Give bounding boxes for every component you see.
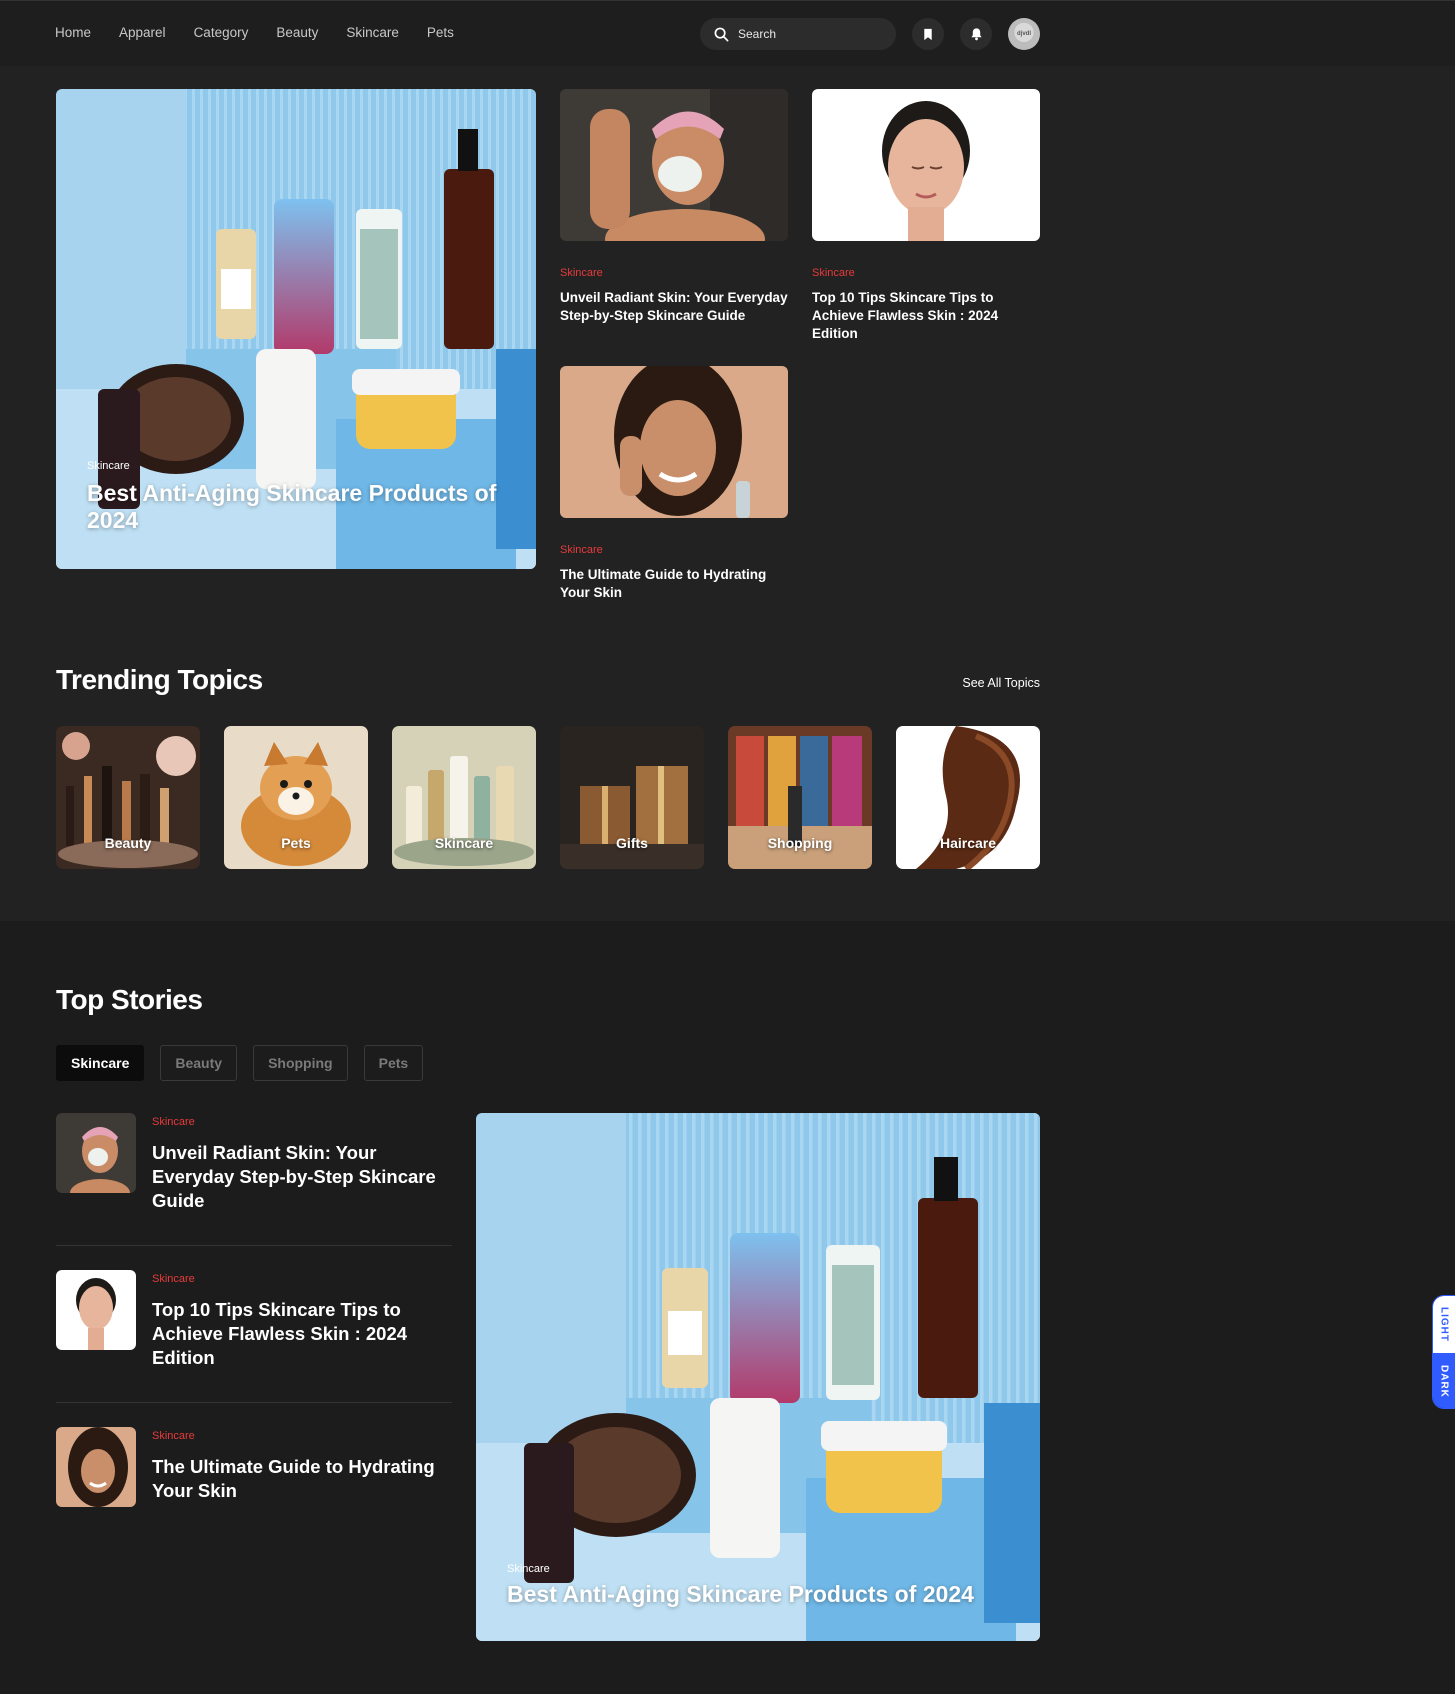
search-icon [714, 27, 729, 42]
theme-toggle: LIGHT DARK [1432, 1295, 1455, 1409]
woman-with-serum-image [560, 366, 788, 518]
article-category: Skincare [812, 267, 855, 279]
nav-item-category[interactable]: Category [194, 25, 249, 40]
story-title[interactable]: Top 10 Tips Skincare Tips to Achieve Fla… [152, 1298, 452, 1370]
story-divider [56, 1245, 452, 1246]
story-category: Skincare [152, 1116, 195, 1128]
article-image-face-mask[interactable] [560, 89, 788, 241]
topic-card-shopping[interactable]: Shopping [728, 726, 872, 869]
story-title[interactable]: The Ultimate Guide to Hydrating Your Ski… [152, 1455, 452, 1503]
search-input[interactable] [738, 27, 878, 41]
dark-label: DARK [1438, 1365, 1450, 1398]
bell-icon [970, 27, 983, 41]
story-divider [56, 1402, 452, 1403]
skincare-products-image [476, 1113, 1040, 1641]
dark-mode-button[interactable]: DARK [1433, 1353, 1455, 1408]
bookmark-button[interactable] [912, 18, 944, 50]
article-title[interactable]: Top 10 Tips Skincare Tips to Achieve Fla… [812, 289, 1042, 343]
article-title[interactable]: The Ultimate Guide to Hydrating Your Ski… [560, 566, 790, 602]
tab-skincare[interactable]: Skincare [56, 1045, 145, 1081]
nav-item-skincare[interactable]: Skincare [346, 25, 399, 40]
see-all-topics-link[interactable]: See All Topics [930, 676, 1040, 690]
trending-topics-heading: Trending Topics [56, 664, 263, 695]
nav-item-pets[interactable]: Pets [427, 25, 454, 40]
featured-title[interactable]: Best Anti-Aging Skincare Products of 202… [507, 1581, 1027, 1608]
tab-shopping[interactable]: Shopping [253, 1045, 348, 1081]
topic-label: Gifts [616, 835, 648, 851]
story-title[interactable]: Unveil Radiant Skin: Your Everyday Step-… [152, 1141, 452, 1213]
story-thumbnail [56, 1113, 136, 1193]
story-category: Skincare [152, 1273, 195, 1285]
featured-title[interactable]: Best Anti-Aging Skincare Products of 202… [87, 480, 507, 534]
story-item[interactable]: Skincare Top 10 Tips Skincare Tips to Ac… [56, 1270, 452, 1380]
story-thumbnail [56, 1270, 136, 1350]
article-title[interactable]: Unveil Radiant Skin: Your Everyday Step-… [560, 289, 790, 325]
featured-category: Skincare [87, 460, 130, 472]
article-category: Skincare [560, 544, 603, 556]
nav-item-apparel[interactable]: Apparel [119, 25, 166, 40]
topic-card-pets[interactable]: Pets [224, 726, 368, 869]
bookmark-icon [922, 28, 934, 41]
woman-applying-face-mask-image [560, 89, 788, 241]
topic-label: Shopping [767, 835, 833, 851]
search-box[interactable] [700, 18, 896, 50]
story-item[interactable]: Skincare Unveil Radiant Skin: Your Every… [56, 1113, 452, 1223]
main-nav: Home Apparel Category Beauty Skincare Pe… [55, 25, 454, 40]
story-item[interactable]: Skincare The Ultimate Guide to Hydrating… [56, 1427, 452, 1517]
topic-label: Beauty [104, 835, 152, 851]
article-image-flawless-skin[interactable] [812, 89, 1040, 241]
topic-label: Pets [281, 835, 311, 851]
top-story-featured-card[interactable]: Skincare Best Anti-Aging Skincare Produc… [476, 1113, 1040, 1641]
notifications-button[interactable] [960, 18, 992, 50]
woman-portrait-image [812, 89, 1040, 241]
light-mode-button[interactable]: LIGHT [1433, 1296, 1455, 1353]
featured-category: Skincare [507, 1563, 550, 1575]
topic-card-skincare[interactable]: Skincare [392, 726, 536, 869]
featured-article-card[interactable]: Skincare Best Anti-Aging Skincare Produc… [56, 89, 536, 569]
topic-label: Haircare [939, 835, 997, 851]
topic-label: Skincare [434, 835, 494, 851]
topic-card-beauty[interactable]: Beauty [56, 726, 200, 869]
story-category: Skincare [152, 1430, 195, 1442]
nav-item-home[interactable]: Home [55, 25, 91, 40]
light-label: LIGHT [1438, 1307, 1450, 1342]
tab-beauty[interactable]: Beauty [160, 1045, 238, 1081]
top-stories-heading: Top Stories [56, 984, 203, 1015]
article-category: Skincare [560, 267, 603, 279]
top-navigation-bar: Home Apparel Category Beauty Skincare Pe… [0, 0, 1455, 66]
story-thumbnail [56, 1427, 136, 1507]
topic-card-gifts[interactable]: Gifts [560, 726, 704, 869]
top-stories-tabs: Skincare Beauty Shopping Pets [56, 1045, 424, 1081]
topic-card-haircare[interactable]: Haircare [896, 726, 1040, 869]
article-image-hydrating[interactable] [560, 366, 788, 518]
tab-pets[interactable]: Pets [363, 1045, 424, 1081]
nav-item-beauty[interactable]: Beauty [276, 25, 318, 40]
user-avatar[interactable]: djvdl [1008, 18, 1040, 50]
